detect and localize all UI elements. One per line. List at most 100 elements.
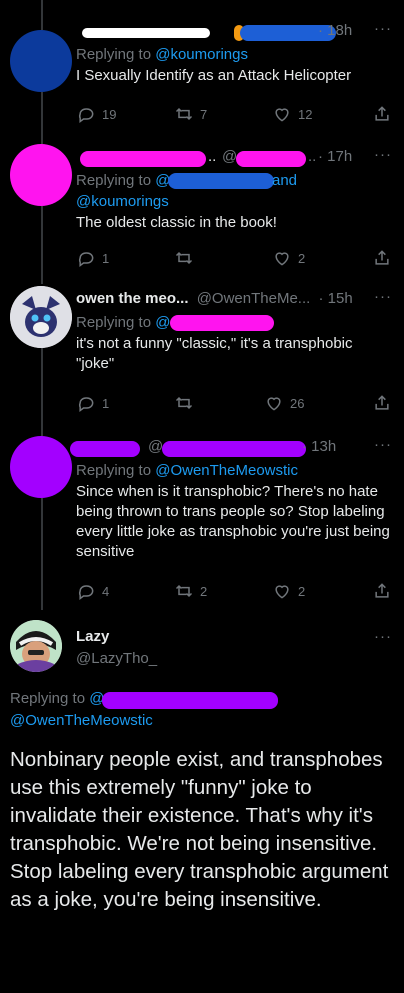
reply-context: Replying to @ — [76, 312, 394, 333]
mention-link[interactable]: @koumorings — [155, 46, 248, 63]
share-button[interactable] — [372, 104, 392, 129]
like-count: 12 — [298, 106, 313, 122]
retweet-button[interactable]: 2 — [174, 581, 207, 601]
user-handle[interactable]: @OwenTheMe... — [197, 290, 311, 307]
tweet-text: it's not a funny "classic," it's a trans… — [76, 335, 353, 372]
avatar[interactable] — [10, 30, 72, 92]
handle-ellipsis: .. — [308, 148, 317, 165]
like-button[interactable]: 12 — [272, 104, 312, 124]
tweet[interactable]: .. @ .. · 17h ··· Replying to @ and @koum… — [0, 144, 404, 273]
tweet-header: · 18h ··· — [76, 20, 394, 44]
meowstic-avatar-icon — [10, 286, 72, 348]
reply-icon — [78, 397, 94, 412]
tweet[interactable]: owen the meo... @OwenTheMe... · 15h ··· … — [0, 286, 404, 420]
redacted-handle — [162, 441, 306, 457]
tweet-header: @ · 13h ··· — [70, 436, 394, 460]
redacted-handle — [102, 692, 278, 709]
more-options-icon[interactable]: ··· — [374, 20, 392, 37]
tweet-actions: 4 2 2 — [76, 581, 392, 603]
reply-context: Replying to @ and — [76, 170, 394, 191]
share-button[interactable] — [372, 248, 392, 273]
reply-button[interactable]: 4 — [76, 581, 109, 601]
reply-button[interactable]: 1 — [76, 248, 109, 268]
tweet-header: owen the meo... @OwenTheMe... · 15h ··· — [76, 288, 394, 312]
more-options-icon[interactable]: ··· — [374, 146, 392, 163]
heart-icon — [275, 585, 289, 599]
reply-label: Replying to — [10, 690, 90, 707]
reply-label: Replying to — [76, 46, 156, 63]
mention-link[interactable]: @koumorings — [76, 191, 394, 212]
more-options-icon[interactable]: ··· — [374, 288, 392, 305]
reply-label: Replying to — [76, 462, 156, 479]
tweet-time[interactable]: · 15h — [318, 290, 352, 307]
reply-button[interactable]: 1 — [76, 393, 109, 413]
user-handle[interactable]: @LazyTho_ — [76, 650, 157, 667]
display-name[interactable]: Lazy — [76, 628, 109, 645]
retweet-button[interactable]: 7 — [174, 104, 207, 124]
handle-at: @ — [148, 438, 164, 455]
tweet-text: Since when is it transphobic? There's no… — [76, 483, 390, 560]
reply-icon — [78, 252, 94, 267]
like-button[interactable]: 2 — [272, 581, 305, 601]
like-count: 26 — [290, 395, 305, 411]
retweet-button[interactable] — [174, 248, 200, 268]
share-button[interactable] — [372, 581, 392, 606]
tweet-time[interactable]: · 13h — [302, 438, 336, 455]
retweet-count: 2 — [200, 583, 208, 599]
tweet-actions: 19 7 12 — [76, 104, 392, 126]
redacted-handle — [170, 315, 274, 331]
retweet-icon — [175, 396, 193, 410]
retweet-count: 7 — [200, 106, 208, 122]
reply-count: 19 — [102, 106, 117, 122]
tweet-time[interactable]: · 18h — [318, 22, 352, 39]
reply-context: Replying to @ @OwenTheMeowstic — [10, 688, 394, 732]
mention-link[interactable]: @ — [155, 314, 170, 331]
redacted-handle — [168, 173, 274, 189]
mention-link[interactable]: @OwenTheMeowstic — [155, 462, 298, 479]
tweet-time[interactable]: · 17h — [318, 148, 352, 165]
avatar[interactable] — [10, 144, 72, 206]
reply-count: 1 — [102, 395, 110, 411]
heart-icon — [275, 108, 289, 122]
share-icon — [375, 250, 389, 265]
avatar[interactable] — [10, 620, 62, 672]
like-count: 2 — [298, 583, 306, 599]
main-tweet[interactable]: Lazy @LazyTho_ ··· Replying to @ @OwenTh… — [0, 614, 404, 993]
share-icon — [375, 106, 389, 121]
reply-context: Replying to @koumorings — [76, 44, 394, 65]
like-button[interactable]: 26 — [264, 393, 304, 413]
reply-count: 4 — [102, 583, 110, 599]
retweet-icon — [175, 107, 193, 121]
redacted-name — [82, 28, 210, 38]
share-icon — [375, 583, 389, 598]
reply-button[interactable]: 19 — [76, 104, 116, 124]
reply-and: and — [272, 172, 298, 189]
avatar[interactable] — [10, 436, 72, 498]
avatar[interactable] — [10, 286, 72, 348]
redacted-name — [70, 441, 140, 457]
mention-link[interactable]: @OwenTheMeowstic — [10, 710, 394, 732]
reply-count: 1 — [102, 250, 110, 266]
reply-context: Replying to @OwenTheMeowstic — [76, 460, 394, 481]
more-options-icon[interactable]: ··· — [374, 628, 392, 645]
tweet-text: I Sexually Identify as an Attack Helicop… — [76, 67, 352, 84]
display-name[interactable]: owen the meo... — [76, 290, 189, 307]
share-icon — [375, 395, 389, 410]
redacted-handle — [236, 151, 306, 167]
like-button[interactable]: 2 — [272, 248, 305, 268]
reply-label: Replying to — [76, 314, 156, 331]
tweet-actions: 1 26 — [76, 393, 392, 415]
tweet-header: .. @ .. · 17h ··· — [76, 146, 394, 170]
more-options-icon[interactable]: ··· — [374, 436, 392, 453]
reply-label: Replying to — [76, 172, 156, 189]
retweet-button[interactable] — [174, 393, 200, 413]
tweet[interactable]: @ · 13h ··· Replying to @OwenTheMeowstic… — [0, 436, 404, 608]
share-button[interactable] — [372, 393, 392, 418]
tweet[interactable]: · 18h ··· Replying to @koumorings I Sexu… — [0, 20, 404, 132]
retweet-icon — [175, 584, 193, 598]
tweet-text: Nonbinary people exist, and transphobes … — [10, 748, 389, 911]
reply-icon — [78, 108, 94, 123]
retweet-icon — [175, 251, 193, 265]
redacted-name — [80, 151, 206, 167]
reply-icon — [78, 585, 94, 600]
